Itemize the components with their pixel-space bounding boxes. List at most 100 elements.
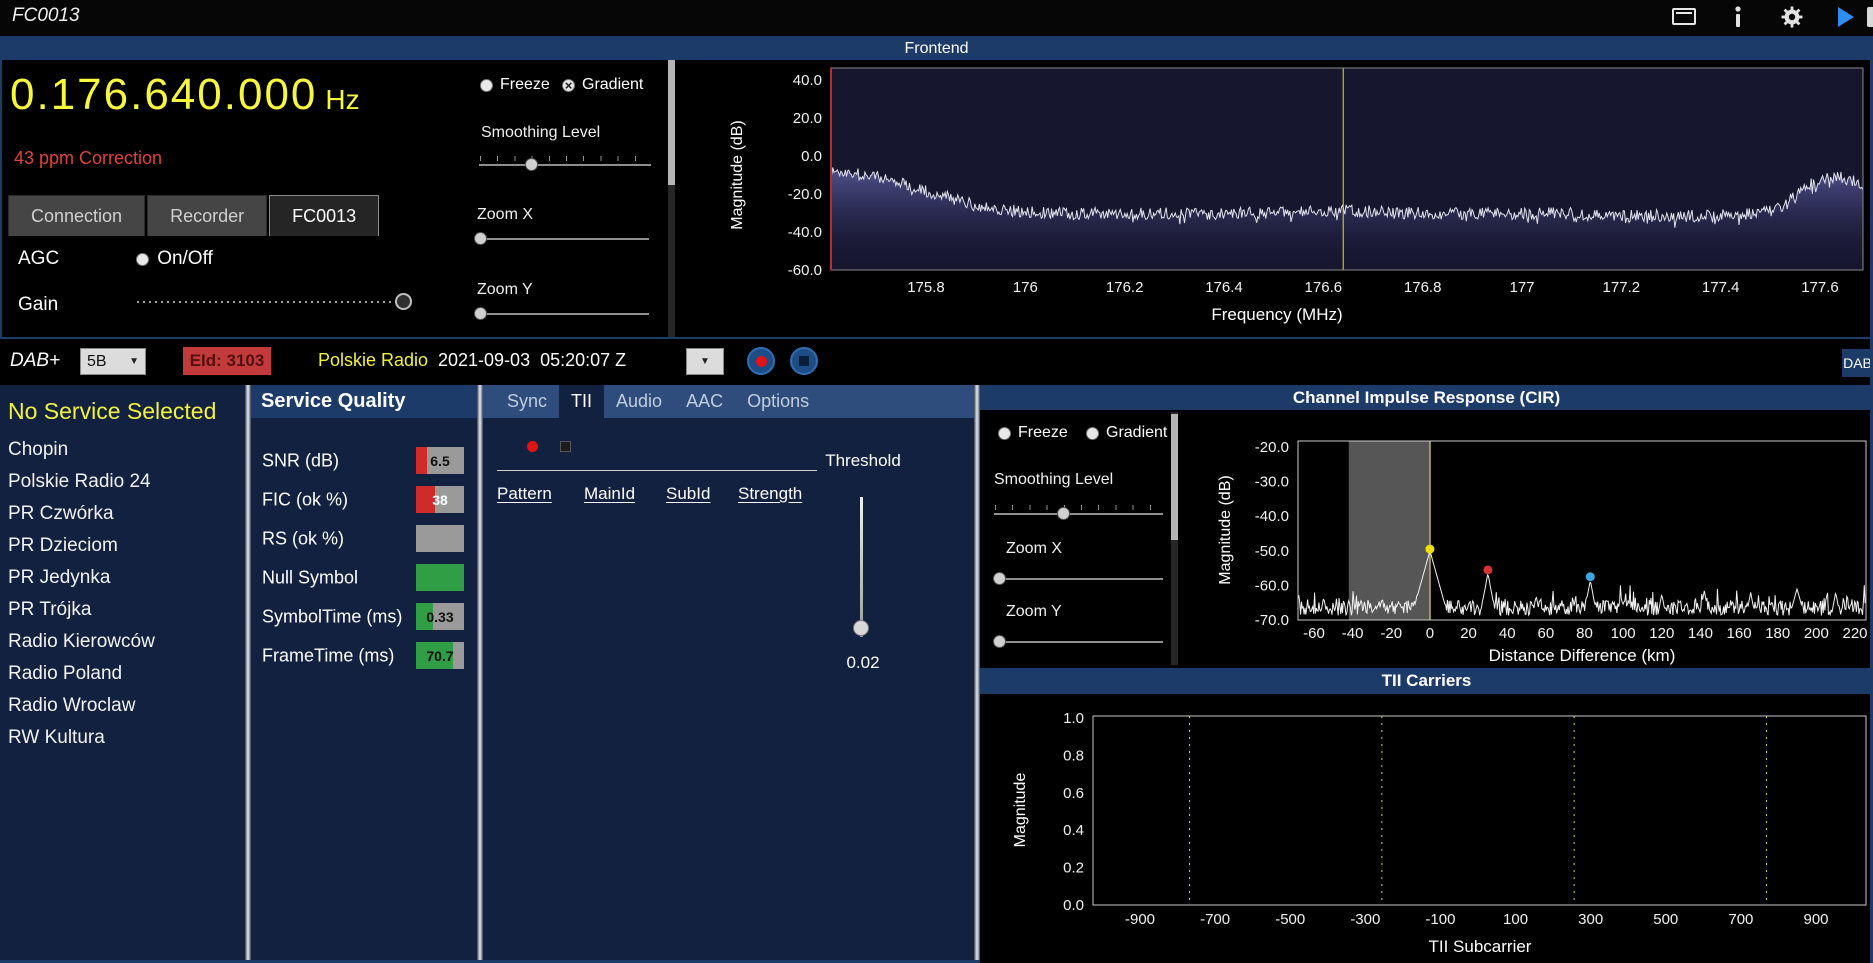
frontend-tab-recorder[interactable]: Recorder bbox=[147, 195, 268, 236]
quality-row-rs-ok: RS (ok %) bbox=[251, 519, 477, 558]
zoom-x-handle[interactable] bbox=[474, 232, 488, 245]
frontend-tab-fc0013[interactable]: FC0013 bbox=[269, 195, 380, 236]
record-icon bbox=[755, 355, 767, 367]
quality-bar: 0.33 bbox=[416, 603, 464, 630]
tii-table-columns: Pattern MainId SubId Strength bbox=[483, 484, 974, 508]
controls-scrollbar[interactable] bbox=[668, 60, 675, 337]
smoothing-handle[interactable] bbox=[524, 158, 538, 171]
svg-text:-900: -900 bbox=[1125, 911, 1155, 928]
svg-text:0: 0 bbox=[1426, 625, 1434, 642]
zoom-x-slider[interactable] bbox=[474, 230, 649, 246]
svg-text:200: 200 bbox=[1804, 625, 1829, 642]
service-list-panel: No Service Selected Chopin Polskie Radio … bbox=[0, 385, 245, 963]
freeze-radio[interactable] bbox=[480, 78, 493, 92]
service-item-radio-poland[interactable]: Radio Poland bbox=[0, 658, 245, 690]
play-icon[interactable] bbox=[1833, 4, 1859, 30]
tab-options[interactable]: Options bbox=[735, 385, 821, 418]
zoom-x-label: Zoom X bbox=[477, 206, 534, 223]
cir-gradient-radio[interactable] bbox=[1086, 426, 1099, 440]
svg-text:0.0: 0.0 bbox=[801, 148, 822, 165]
window-icon[interactable] bbox=[1671, 4, 1697, 30]
quality-row-fic-ok: FIC (ok %) 38 bbox=[251, 480, 477, 519]
threshold-slider[interactable] bbox=[841, 497, 881, 637]
svg-text:-60.0: -60.0 bbox=[788, 262, 822, 279]
svg-text:176.6: 176.6 bbox=[1305, 279, 1343, 296]
cir-smoothing-slider[interactable] bbox=[994, 505, 1163, 521]
tii-column-mainid: MainId bbox=[584, 484, 636, 503]
zoom-y-handle[interactable] bbox=[474, 307, 488, 320]
smoothing-level-slider[interactable] bbox=[479, 156, 651, 172]
record-button[interactable] bbox=[747, 347, 775, 375]
stop-button[interactable] bbox=[790, 347, 818, 375]
cir-smoothing-handle[interactable] bbox=[1057, 507, 1071, 520]
svg-text:176.4: 176.4 bbox=[1205, 279, 1243, 296]
ensemble-name: Polskie Radio bbox=[318, 350, 429, 370]
tii-carriers-panel: TII Carriers -900 -700 -500 -300 -100 100 300 5… bbox=[980, 668, 1873, 963]
quality-bar: 38 bbox=[416, 486, 464, 513]
cir-zoom-y-label: Zoom Y bbox=[1006, 603, 1062, 620]
svg-text:160: 160 bbox=[1727, 625, 1752, 642]
cir-zoom-x-handle[interactable] bbox=[993, 572, 1007, 585]
zoom-y-slider[interactable] bbox=[474, 305, 649, 321]
secondary-dropdown[interactable]: ▼ bbox=[686, 348, 724, 375]
tab-tii[interactable]: TII bbox=[559, 385, 605, 418]
dab-corner-tab[interactable]: DAB bbox=[1842, 349, 1873, 377]
svg-text:Magnitude: Magnitude bbox=[1012, 773, 1029, 848]
gradient-radio[interactable] bbox=[562, 78, 575, 92]
quality-row-label: FIC (ok %) bbox=[262, 489, 349, 509]
cir-zoom-y-handle[interactable] bbox=[993, 635, 1007, 648]
service-item-pr-czw-rka[interactable]: PR Czwórka bbox=[0, 498, 245, 530]
frontend-tab-connection[interactable]: Connection bbox=[8, 195, 146, 236]
service-item-rw-kultura[interactable]: RW Kultura bbox=[0, 722, 245, 754]
svg-text:Distance Difference (km): Distance Difference (km) bbox=[1489, 646, 1676, 665]
service-quality-panel: Service Quality SNR (dB) 6.5 FIC (ok %) 38 R… bbox=[251, 385, 477, 963]
cir-controls-scrollbar[interactable] bbox=[1171, 412, 1178, 665]
cir-freeze-radio[interactable] bbox=[998, 426, 1011, 440]
service-item-pr-jedynka[interactable]: PR Jedynka bbox=[0, 562, 245, 594]
svg-text:0.4: 0.4 bbox=[1063, 822, 1084, 839]
svg-text:-30.0: -30.0 bbox=[1255, 474, 1289, 491]
svg-text:900: 900 bbox=[1803, 911, 1828, 928]
threshold-handle[interactable] bbox=[853, 620, 869, 636]
svg-text:-50.0: -50.0 bbox=[1255, 543, 1289, 560]
svg-text:100: 100 bbox=[1503, 911, 1528, 928]
agc-label: AGC bbox=[18, 248, 60, 269]
tab-audio[interactable]: Audio bbox=[604, 385, 674, 418]
cir-zoom-x-slider[interactable] bbox=[993, 570, 1163, 586]
tab-aac[interactable]: AAC bbox=[674, 385, 735, 418]
detail-tabs-panel: Sync TII Audio AAC Options Pattern MainId SubI… bbox=[483, 385, 974, 963]
quality-row-label: SymbolTime (ms) bbox=[262, 606, 403, 626]
svg-text:-60: -60 bbox=[1303, 625, 1325, 642]
frequency-value: 0.176.640.000 bbox=[10, 70, 318, 119]
agc-radio[interactable] bbox=[136, 252, 150, 266]
tab-sync[interactable]: Sync bbox=[495, 385, 559, 418]
quality-row-null-symbol: Null Symbol bbox=[251, 558, 477, 597]
gain-slider[interactable] bbox=[137, 291, 413, 313]
svg-text:176.2: 176.2 bbox=[1106, 279, 1144, 296]
channel-select[interactable]: 5B ▼ bbox=[80, 348, 146, 375]
quality-value: 70.7 bbox=[426, 647, 454, 664]
cir-chart: -60 -40 -20 0 20 40 60 80 100 120 140 160 180 200 220 -… bbox=[1217, 439, 1868, 665]
svg-text:20.0: 20.0 bbox=[793, 110, 822, 127]
chevron-down-icon: ▼ bbox=[700, 356, 710, 367]
service-item-radio-wroclaw[interactable]: Radio Wroclaw bbox=[0, 690, 245, 722]
service-item-chopin[interactable]: Chopin bbox=[0, 434, 245, 466]
cir-gradient-label: Gradient bbox=[1106, 424, 1168, 441]
service-item-polskie-radio-24[interactable]: Polskie Radio 24 bbox=[0, 466, 245, 498]
chevron-down-icon: ▼ bbox=[129, 356, 139, 367]
frontend-section-title: Frontend bbox=[2, 38, 1871, 60]
service-item-pr-dzieciom[interactable]: PR Dzieciom bbox=[0, 530, 245, 562]
svg-text:-700: -700 bbox=[1200, 911, 1230, 928]
gear-icon[interactable] bbox=[1779, 4, 1805, 30]
info-icon[interactable] bbox=[1725, 4, 1751, 30]
service-item-radio-kierowc-w[interactable]: Radio Kierowców bbox=[0, 626, 245, 658]
svg-text:-20.0: -20.0 bbox=[1255, 439, 1289, 456]
service-item-pr-tr-jka[interactable]: PR Trójka bbox=[0, 594, 245, 626]
cir-zoom-y-slider[interactable] bbox=[993, 633, 1163, 649]
svg-text:120: 120 bbox=[1649, 625, 1674, 642]
stop-icon bbox=[799, 356, 809, 366]
main-area: No Service Selected Chopin Polskie Radio … bbox=[0, 385, 1873, 963]
svg-text:TII Subcarrier: TII Subcarrier bbox=[1429, 937, 1532, 956]
svg-text:40: 40 bbox=[1499, 625, 1516, 642]
gain-slider-handle[interactable] bbox=[395, 293, 413, 310]
